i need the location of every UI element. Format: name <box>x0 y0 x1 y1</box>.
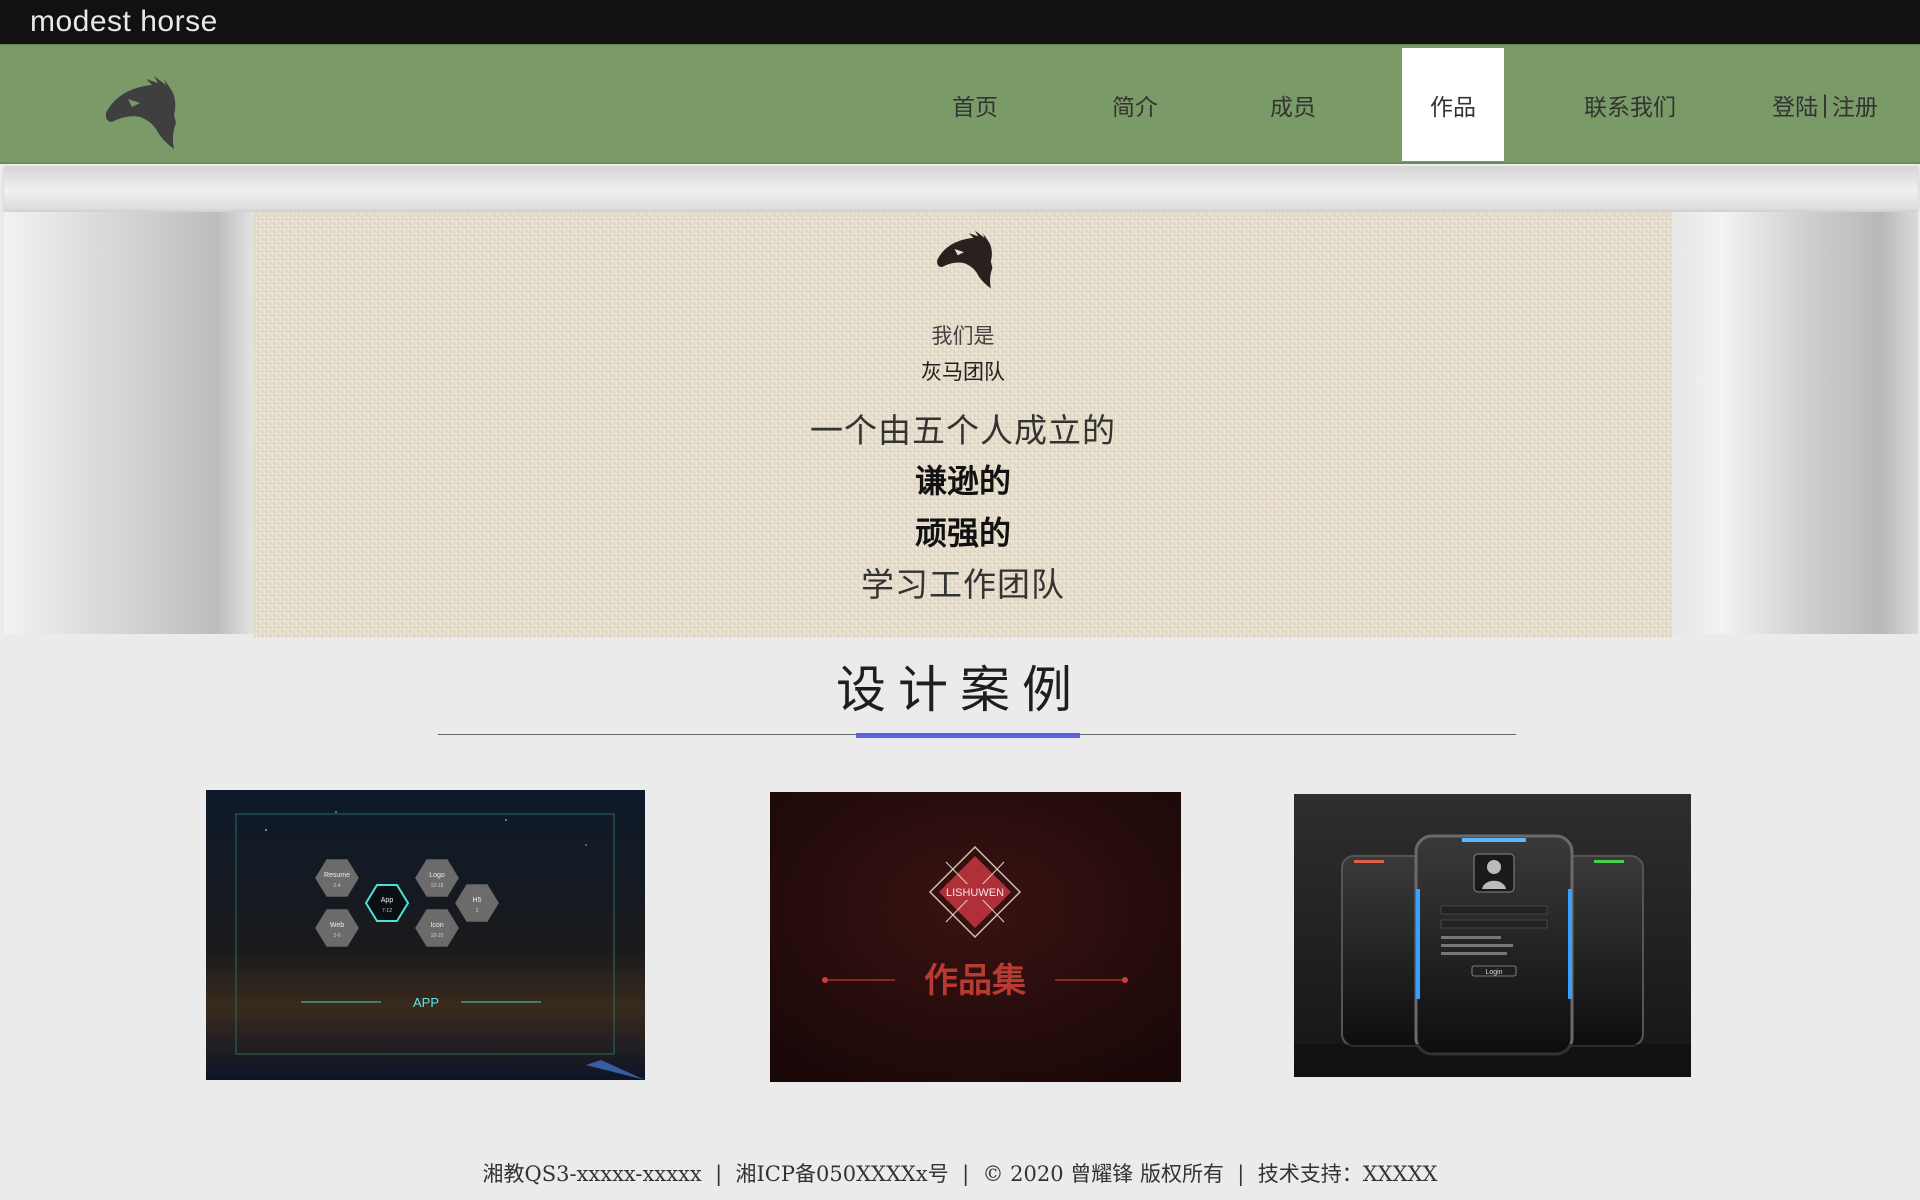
hexagon-title: H5 <box>473 897 482 904</box>
nav-login-register: 登陆 | 注册 <box>1760 48 1890 161</box>
case-thumbnail-app: Resume 2-4 Logo 12-18 App 7-12 H5 2 Web … <box>206 790 645 1080</box>
hexagon-title: Icon <box>430 922 443 929</box>
hero-banner: 我们是 灰马团队 一个由五个人成立的 谦逊的 顽强的 学习工作团队 <box>254 212 1672 638</box>
hexagon-sub: 2 <box>476 908 479 914</box>
nav-separator: | <box>1821 91 1829 118</box>
hero-team-type: 学习工作团队 <box>861 565 1065 604</box>
nav-item-label: 联系我们 <box>1584 94 1676 121</box>
nav-menu: 首页 简介 成员 作品 联系我们 登陆 | 注册 <box>0 45 1920 163</box>
hexagon-sub: 2-4 <box>333 883 340 889</box>
hexagon-sub: 18-20 <box>431 933 444 939</box>
hexagon-title: Web <box>330 922 344 929</box>
hexagon-title: Resume <box>324 872 350 879</box>
hexagon-sub: 7-12 <box>382 908 392 914</box>
nav-item-label: 成员 <box>1270 94 1316 121</box>
hero-description-line: 一个由五个人成立的 <box>810 411 1116 450</box>
hero-side-panel-left <box>4 212 254 634</box>
header-shadow-strip <box>4 166 1918 210</box>
case-thumbnail-portfolio: LISHUWEN 作品集 <box>770 792 1181 1082</box>
case-card-login-ui[interactable]: Login <box>1294 794 1691 1077</box>
register-link[interactable]: 注册 <box>1832 88 1878 122</box>
case-caption: 作品集 <box>924 961 1026 1001</box>
nav-item-home[interactable]: 首页 <box>930 48 1020 161</box>
hero-side-panel-right <box>1672 212 1918 634</box>
nav-item-contact[interactable]: 联系我们 <box>1570 48 1690 161</box>
horse-head-icon <box>937 230 993 289</box>
top-bar: modest horse <box>0 0 1920 44</box>
case-badge: LISHUWEN <box>946 887 1004 899</box>
case-card-app[interactable]: Resume 2-4 Logo 12-18 App 7-12 H5 2 Web … <box>206 790 645 1080</box>
hero-trait-tenacious: 顽强的 <box>914 514 1011 552</box>
hexagon-sub: 2-6 <box>333 933 340 939</box>
nav-item-works[interactable]: 作品 <box>1402 48 1504 161</box>
section-title-accent <box>856 733 1080 738</box>
nav-item-label: 简介 <box>1112 94 1158 121</box>
footer-copyright: 湘教QS3-xxxxx-xxxxx | 湘ICP备050XXXXx号 | © 2… <box>482 1162 1438 1186</box>
hero-team-name: 灰马团队 <box>921 360 1005 384</box>
nav-item-intro[interactable]: 简介 <box>1090 48 1180 161</box>
hero-trait-humble: 谦逊的 <box>914 462 1011 500</box>
case-card-portfolio[interactable]: LISHUWEN 作品集 <box>770 792 1181 1082</box>
login-link[interactable]: 登陆 <box>1772 88 1818 122</box>
hexagon-sub: 12-18 <box>431 883 444 889</box>
hero-intro-line: 我们是 <box>931 324 995 348</box>
hexagon-title: Logo <box>429 872 445 879</box>
nav-item-label: 作品 <box>1430 94 1476 121</box>
main-nav: 首页 简介 成员 作品 联系我们 登陆 | 注册 <box>0 44 1920 164</box>
nav-item-label: 首页 <box>952 94 998 121</box>
site-name[interactable]: modest horse <box>30 5 218 39</box>
hexagon-title: App <box>381 897 394 904</box>
case-caption: APP <box>413 995 439 1010</box>
case-thumbnail-login-ui: Login <box>1294 794 1691 1077</box>
case-login-button-text: Login <box>1485 969 1502 976</box>
nav-item-members[interactable]: 成员 <box>1248 48 1338 161</box>
section-title: 设计案例 <box>836 661 1084 719</box>
